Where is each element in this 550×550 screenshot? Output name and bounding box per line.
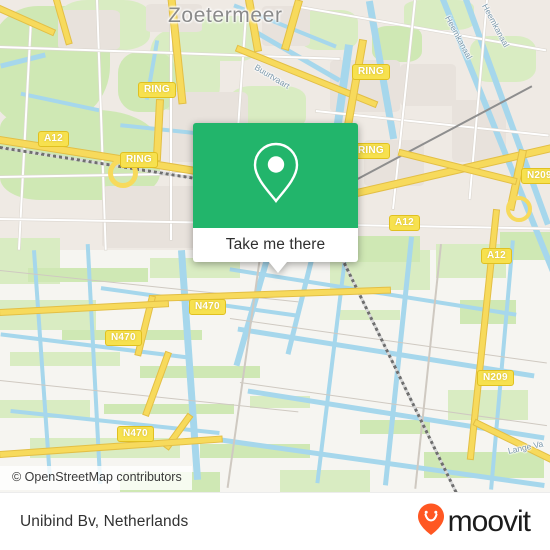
- map-pin-icon: [249, 140, 303, 211]
- map-place-label: Zoetermeer: [168, 4, 283, 27]
- road-shield-ring: RING: [138, 82, 176, 98]
- road-shield-n470: N470: [189, 299, 226, 315]
- road-shield-a12: A12: [38, 131, 69, 147]
- moovit-brand-logo[interactable]: moovit: [416, 502, 531, 541]
- road-shield-n209: N209: [521, 168, 550, 184]
- road-shield-ring: RING: [352, 64, 390, 80]
- road-shield-n470: N470: [117, 426, 154, 442]
- location-callout-card[interactable]: Take me there: [193, 123, 358, 273]
- road-shield-n470: N470: [105, 330, 142, 346]
- map-canvas[interactable]: Zoetermeer Buurtvaart Heemkanaal Heemkan…: [0, 0, 550, 492]
- road-shield-ring: RING: [120, 152, 158, 168]
- location-title: Unibind Bv, Netherlands: [20, 512, 189, 530]
- moovit-location-card: Zoetermeer Buurtvaart Heemkanaal Heemkan…: [0, 0, 550, 550]
- callout-image-area: [193, 123, 358, 228]
- road-shield-a12: A12: [389, 215, 420, 231]
- footer-bar: Unibind Bv, Netherlands moovit: [0, 492, 550, 550]
- road-shield-n209: N209: [477, 370, 514, 386]
- moovit-pin-smiley-icon: [416, 502, 446, 541]
- callout-tail: [269, 262, 287, 273]
- take-me-there-button[interactable]: Take me there: [193, 228, 358, 262]
- osm-attribution[interactable]: © OpenStreetMap contributors: [0, 466, 192, 490]
- road-shield-a12: A12: [481, 248, 512, 264]
- moovit-wordmark: moovit: [447, 504, 531, 538]
